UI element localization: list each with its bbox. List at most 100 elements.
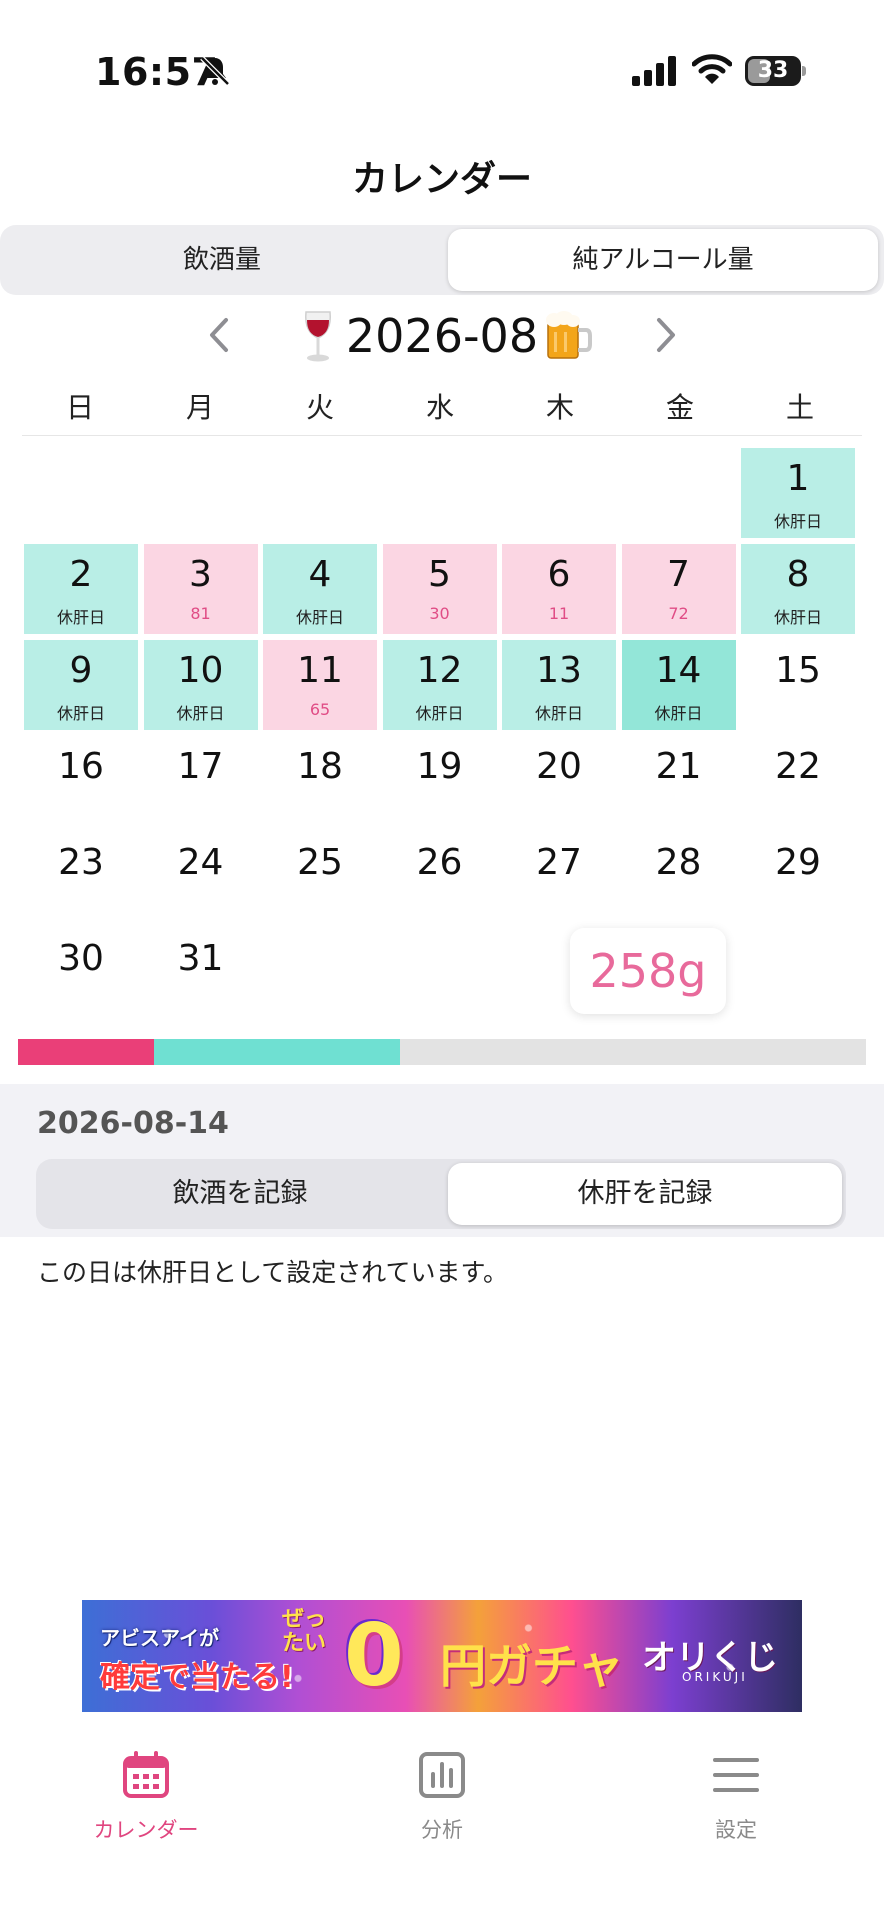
tab-analysis[interactable]: 分析: [342, 1750, 542, 1870]
day-rest-label: 休肝日: [654, 704, 703, 723]
calendar-day[interactable]: 23: [24, 832, 138, 922]
ad-banner[interactable]: アビスアイが 確定で当たる! ぜったい 0 円ガチャ オリくじ ORIKUJI: [82, 1600, 802, 1712]
battery-icon: 33: [745, 56, 807, 86]
day-rest-label: 休肝日: [176, 704, 225, 723]
calendar-day[interactable]: 1 休肝日: [741, 448, 855, 538]
day-number: 25: [297, 842, 343, 883]
tab-pure-alcohol[interactable]: 純アルコール量: [448, 229, 878, 291]
calendar-day[interactable]: 18: [263, 736, 377, 826]
day-number: 18: [297, 746, 343, 787]
day-alcohol-amount: 65: [309, 700, 331, 719]
calendar-day[interactable]: 15: [741, 640, 855, 730]
day-number: 8: [786, 554, 810, 595]
progress-drink-segment: [18, 1039, 154, 1065]
weekday-label: 火: [305, 391, 334, 424]
ad-line2: 確定で当たる!: [100, 1660, 294, 1695]
day-alcohol-amount: 11: [548, 604, 570, 623]
tab-calendar[interactable]: カレンダー: [46, 1750, 246, 1870]
day-number: 16: [58, 746, 104, 787]
calendar-day[interactable]: 30: [24, 928, 138, 1018]
day-rest-label: 休肝日: [56, 608, 105, 627]
ad-line4: 0: [344, 1606, 404, 1706]
ad-line5: 円ガチャ: [440, 1639, 624, 1693]
calendar-day[interactable]: 11 65: [263, 640, 377, 730]
day-number: 28: [655, 842, 702, 883]
day-number: 10: [177, 650, 224, 691]
tab-drink-volume[interactable]: 飲酒量: [4, 229, 440, 291]
calendar-day[interactable]: 26: [383, 832, 497, 922]
weekday-label: 水: [425, 391, 454, 424]
weekday-label: 木: [545, 391, 574, 424]
selected-date: 2026-08-14: [37, 1106, 229, 1141]
calendar-day[interactable]: 10 休肝日: [143, 640, 258, 730]
beer-mug-icon: [546, 311, 592, 359]
screen: 16:57 33 カレンダー 飲酒量 純アルコール量 2026-08 日 月 火…: [0, 0, 884, 1920]
weekday-label: 土: [785, 391, 814, 424]
calendar-day[interactable]: 13 休肝日: [502, 640, 616, 730]
status-bar: 16:57 33: [0, 0, 884, 130]
calendar-day[interactable]: 27: [502, 832, 616, 922]
calendar-day[interactable]: 17: [144, 736, 258, 826]
day-number: 3: [189, 554, 212, 595]
day-number: 2: [69, 554, 93, 595]
progress-rest-segment: [153, 1039, 400, 1065]
day-number: 15: [775, 650, 821, 691]
tab-settings[interactable]: 設定: [636, 1750, 836, 1870]
calendar-day[interactable]: 8 休肝日: [741, 544, 855, 634]
day-rest-label: 休肝日: [56, 704, 105, 723]
day-rest-label: 休肝日: [773, 608, 822, 627]
tab-calendar-label: カレンダー: [93, 1818, 199, 1842]
month-navigation: 2026-08: [0, 300, 884, 370]
calendar-grid: 1 休肝日 2 休肝日 3 81 4 休肝日 5 30 6 11 7 72 8 休肝日 9 休肝日 10 休肝日 11 6…: [22, 436, 862, 1016]
day-alcohol-amount: 72: [668, 604, 689, 623]
record-rest-button[interactable]: 休肝を記録: [448, 1163, 842, 1225]
day-number: 27: [536, 842, 582, 883]
day-number: 9: [69, 650, 93, 691]
day-number: 31: [177, 938, 224, 979]
day-number: 24: [177, 842, 224, 883]
calendar-day[interactable]: 22: [741, 736, 855, 826]
calendar-day[interactable]: 12 休肝日: [382, 640, 497, 730]
calendar-day[interactable]: 31: [144, 928, 258, 1018]
day-number: 6: [547, 554, 571, 595]
page-title: カレンダー: [351, 159, 532, 200]
calendar-day[interactable]: 5 30: [382, 544, 497, 634]
calendar-day[interactable]: 21: [622, 736, 736, 826]
calendar-day[interactable]: 4 休肝日: [263, 544, 377, 634]
calendar-day[interactable]: 24: [144, 832, 258, 922]
day-number: 19: [416, 746, 463, 787]
day-rest-label: 休肝日: [773, 512, 822, 531]
calendar-day[interactable]: 9 休肝日: [24, 640, 138, 730]
calendar-icon: [123, 1751, 169, 1798]
calendar-day[interactable]: 16: [24, 736, 138, 826]
calendar-day[interactable]: 20: [502, 736, 616, 826]
calendar-day[interactable]: 2 休肝日: [24, 544, 138, 634]
ad-line3: ぜったい: [282, 1607, 327, 1656]
bell-muted-icon: [200, 56, 230, 86]
day-number: 17: [177, 746, 224, 787]
wine-glass-icon: [305, 311, 331, 362]
day-number: 23: [58, 842, 104, 883]
day-number: 14: [655, 650, 702, 691]
calendar-day[interactable]: 29: [741, 832, 855, 922]
calendar-day[interactable]: 7 72: [621, 544, 736, 634]
calendar-day[interactable]: 25: [263, 832, 377, 922]
calendar-day[interactable]: 28: [622, 832, 736, 922]
month-progress-bar: [18, 1039, 866, 1065]
day-rest-label: 休肝日: [534, 704, 583, 723]
day-rest-label: 休肝日: [415, 704, 464, 723]
next-month-button[interactable]: [645, 310, 685, 360]
day-number: 1: [786, 458, 810, 499]
tab-bar: カレンダー 分析 設定: [0, 1730, 884, 1920]
record-segmented-control: 飲酒を記録 休肝を記録: [36, 1159, 846, 1229]
day-number: 12: [416, 650, 463, 691]
calendar-day[interactable]: 3 81: [143, 544, 258, 634]
calendar-day[interactable]: 14 休肝日: [621, 640, 736, 730]
calendar-day[interactable]: 6 11: [502, 544, 616, 634]
ad-line1: アビスアイが: [100, 1626, 219, 1650]
calendar-day[interactable]: 19: [383, 736, 497, 826]
weekday-label: 月: [185, 391, 214, 424]
day-number: 4: [308, 554, 332, 595]
prev-month-button[interactable]: [200, 310, 240, 360]
record-drink-button[interactable]: 飲酒を記録: [40, 1163, 440, 1225]
